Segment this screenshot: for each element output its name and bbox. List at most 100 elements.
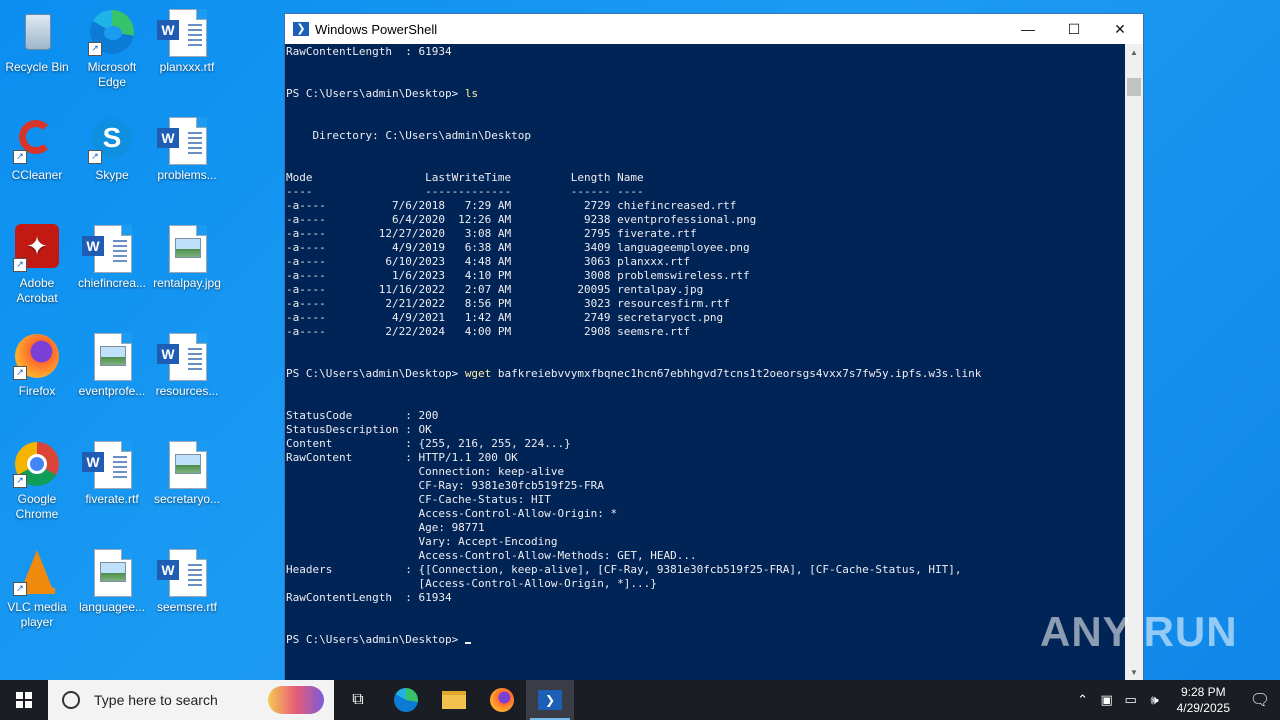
volume-icon[interactable]: 🕪 — [1143, 692, 1167, 708]
response-line: CF-Ray: 9381e30fcb519f25-FRA — [286, 479, 604, 492]
maximize-button[interactable]: ☐ — [1051, 14, 1097, 44]
search-placeholder: Type here to search — [94, 692, 218, 708]
search-highlight-icon — [268, 686, 324, 714]
firefox-icon: ↗ — [13, 332, 61, 380]
table-row: -a---- 11/16/2022 2:07 AM 20095 rentalpa… — [286, 283, 704, 296]
ccleaner-icon: ↗ — [13, 116, 61, 164]
response-line: Access-Control-Allow-Methods: GET, HEAD.… — [286, 549, 697, 562]
clock-time: 9:28 PM — [1180, 685, 1226, 699]
response-line: StatusCode : 200 — [286, 409, 439, 422]
response-line: CF-Cache-Status: HIT — [286, 493, 551, 506]
command: wget — [464, 367, 492, 380]
acrobat-icon: ✦ ↗ — [13, 224, 61, 272]
taskbar-file-explorer[interactable] — [430, 680, 478, 720]
windows-logo-icon — [16, 692, 32, 708]
desktop-icon-adobe-acrobat[interactable]: ✦ ↗ Adobe Acrobat — [0, 224, 74, 306]
device-icon[interactable]: ▣ — [1095, 692, 1119, 708]
task-view-icon: ⧉ — [352, 691, 364, 708]
image-file-icon — [88, 332, 136, 381]
table-row: -a---- 2/22/2024 4:00 PM 2908 seemsre.rt… — [286, 325, 690, 338]
window-title: Windows PowerShell — [315, 21, 438, 37]
directory-line: Directory: C:\Users\admin\Desktop — [286, 129, 532, 142]
desktop-icon-microsoft-edge[interactable]: ↗ Microsoft Edge — [75, 8, 149, 90]
table-row: -a---- 4/9/2021 1:42 AM 2749 secretaryoc… — [286, 311, 724, 324]
edge-icon: ↗ — [88, 8, 136, 56]
table-row: -a---- 6/4/2020 12:26 AM 9238 eventprofe… — [286, 213, 757, 226]
scroll-up-icon[interactable]: ▲ — [1125, 44, 1143, 61]
desktop-icon-google-chrome[interactable]: ↗ Google Chrome — [0, 440, 74, 522]
desktop-icon-planxxx[interactable]: W planxxx.rtf — [150, 8, 224, 75]
desktop-icon-problemswireless[interactable]: W problems... — [150, 116, 224, 183]
desktop-icon-chiefincreased[interactable]: W chiefincrea... — [75, 224, 149, 291]
word-document-icon: W — [157, 116, 211, 165]
scrollbar-thumb[interactable] — [1127, 78, 1141, 96]
task-view-button[interactable]: ⧉ — [334, 680, 382, 720]
word-document-icon: W — [157, 548, 211, 597]
desktop-icon-fiverate[interactable]: W fiverate.rtf — [75, 440, 149, 507]
taskbar-powershell[interactable]: ❯ — [526, 680, 574, 720]
taskbar-firefox[interactable] — [478, 680, 526, 720]
taskbar-edge[interactable] — [382, 680, 430, 720]
table-row: -a---- 12/27/2020 3:08 AM 2795 fiverate.… — [286, 227, 697, 240]
system-tray: ⌃ ▣ ▭ 🕪 9:28 PM 4/29/2025 🗨 — [1071, 680, 1280, 720]
prompt: PS C:\Users\admin\Desktop> — [286, 633, 465, 646]
response-line: Vary: Accept-Encoding — [286, 535, 558, 548]
desktop-icon-recycle-bin[interactable]: Recycle Bin — [0, 8, 74, 75]
chevron-up-icon[interactable]: ⌃ — [1071, 692, 1095, 708]
desktop-icon-resourcesfirm[interactable]: W resources... — [150, 332, 224, 399]
edge-icon — [394, 688, 418, 712]
table-rule: ---- ------------- ------ ---- — [286, 185, 644, 198]
table-row: -a---- 2/21/2022 8:56 PM 3023 resourcesf… — [286, 297, 730, 310]
chrome-icon: ↗ — [13, 440, 61, 488]
desktop-icon-secretaryoct[interactable]: secretaryo... — [150, 440, 224, 507]
prompt: PS C:\Users\admin\Desktop> — [286, 367, 465, 380]
powershell-icon: ❯ — [293, 22, 309, 36]
image-file-icon — [88, 548, 136, 597]
desktop-icon-languageemployee[interactable]: languagee... — [75, 548, 149, 615]
command-argument: bafkreiebvvymxfbqnec1hcn67ebhhgvd7tcns1t… — [491, 367, 982, 380]
command: ls — [464, 87, 479, 100]
desktop-icon-eventprofessional[interactable]: eventprofe... — [75, 332, 149, 399]
response-line: Connection: keep-alive — [286, 465, 565, 478]
taskbar-search-box[interactable]: Type here to search — [48, 680, 334, 720]
network-icon[interactable]: ▭ — [1119, 692, 1143, 708]
scroll-down-icon[interactable]: ▼ — [1125, 664, 1143, 681]
desktop-icon-vlc[interactable]: ↗ VLC media player — [0, 548, 74, 630]
text-cursor — [464, 642, 471, 644]
close-button[interactable]: ✕ — [1097, 14, 1143, 44]
minimize-button[interactable]: — — [1005, 14, 1051, 44]
window-titlebar[interactable]: ❯ Windows PowerShell — ☐ ✕ — [285, 14, 1143, 44]
response-line: RawContent : HTTP/1.1 200 OK — [286, 451, 518, 464]
image-file-icon — [163, 224, 211, 273]
response-line: [Access-Control-Allow-Origin, *]...} — [286, 577, 657, 590]
word-document-icon: W — [157, 332, 211, 381]
start-button[interactable] — [0, 680, 48, 720]
prompt: PS C:\Users\admin\Desktop> — [286, 87, 465, 100]
clock[interactable]: 9:28 PM 4/29/2025 — [1177, 684, 1230, 716]
powershell-icon: ❯ — [538, 690, 562, 710]
desktop-icon-firefox[interactable]: ↗ Firefox — [0, 332, 74, 399]
table-row: -a---- 1/6/2023 4:10 PM 3008 problemswir… — [286, 269, 750, 282]
response-line: Access-Control-Allow-Origin: * — [286, 507, 618, 520]
desktop-icon-rentalpay[interactable]: rentalpay.jpg — [150, 224, 224, 291]
table-row: -a---- 7/6/2018 7:29 AM 2729 chiefincrea… — [286, 199, 737, 212]
response-line: Content : {255, 216, 255, 224...} — [286, 437, 571, 450]
desktop-icon-skype[interactable]: S ↗ Skype — [75, 116, 149, 183]
table-row: -a---- 4/9/2019 6:38 AM 3409 languageemp… — [286, 241, 750, 254]
table-row: -a---- 6/10/2023 4:48 AM 3063 planxxx.rt… — [286, 255, 690, 268]
vlc-icon: ↗ — [13, 548, 61, 596]
skype-icon: S ↗ — [88, 116, 136, 164]
firefox-icon — [490, 688, 514, 712]
desktop-icon-ccleaner[interactable]: ↗ CCleaner — [0, 116, 74, 183]
console-line: RawContentLength : 61934 — [286, 45, 452, 58]
desktop-icon-seemsre[interactable]: W seemsre.rtf — [150, 548, 224, 615]
response-line: StatusDescription : OK — [286, 423, 432, 436]
word-document-icon: W — [82, 224, 136, 273]
clock-date: 4/29/2025 — [1176, 701, 1230, 715]
powershell-window[interactable]: ❯ Windows PowerShell — ☐ ✕ RawContentLen… — [284, 13, 1144, 682]
anyrun-watermark: ANY RUN — [1040, 608, 1238, 655]
vertical-scrollbar[interactable]: ▲ ▼ — [1125, 44, 1143, 681]
console-output[interactable]: RawContentLength : 61934 PS C:\Users\adm… — [285, 44, 1125, 681]
notification-icon[interactable]: 🗨 — [1240, 680, 1280, 720]
word-document-icon: W — [157, 8, 211, 57]
